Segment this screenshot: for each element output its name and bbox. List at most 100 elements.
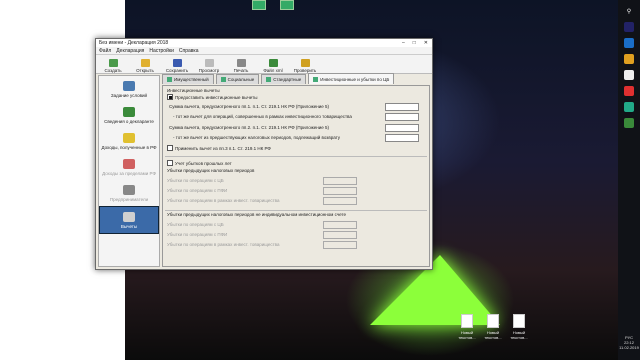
checkbox[interactable]	[167, 160, 173, 166]
sidebar-item-conditions[interactable]: Задание условий	[99, 76, 159, 102]
desktop-icon[interactable]	[280, 0, 294, 10]
sidebar-item-entrepreneurs[interactable]: Предприниматели	[99, 180, 159, 206]
desktop-top-icons	[252, 0, 294, 10]
store-icon[interactable]	[624, 70, 634, 80]
new-button[interactable]: Создать	[100, 59, 126, 73]
group2-field[interactable]	[323, 241, 357, 249]
deduction-pp1-partnership-field[interactable]	[385, 113, 419, 121]
tab-property[interactable]: Имущественный	[162, 74, 214, 84]
check-button[interactable]: Проверить	[292, 59, 318, 73]
sidebar-item-income-rf[interactable]: Доходы, полученные в РФ	[99, 128, 159, 154]
menu-help[interactable]: Справка	[179, 48, 199, 54]
xml-file-button[interactable]: Файл xml	[260, 59, 286, 73]
maximize-button[interactable]: □	[413, 40, 416, 46]
deductions-icon	[123, 211, 135, 222]
menu-file[interactable]: Файл	[99, 48, 111, 54]
provide-deductions-checkbox[interactable]: Предоставить инвестиционные вычеты	[167, 94, 257, 100]
close-button[interactable]: ✕	[424, 40, 428, 46]
system-tray[interactable]: РУС 22:12 11.02.2019	[618, 335, 640, 350]
print-button[interactable]: Печать	[228, 59, 254, 73]
declaration-window: Без имени - Декларация 2018 – □ ✕ Файл Д…	[95, 38, 433, 270]
desktop-file-label: Новый текстов...	[484, 330, 502, 340]
group1-field[interactable]	[323, 187, 357, 195]
desktop-file-icon[interactable]: Новый текстов...	[508, 314, 530, 340]
section-title: Инвестиционные вычеты	[167, 88, 220, 93]
sidebar-item-deductions[interactable]: Вычеты	[99, 206, 159, 234]
deduction-pp1-field[interactable]	[385, 103, 419, 111]
yandex-icon[interactable]	[624, 86, 634, 96]
sidebar-item-label: Доходы за пределами РФ	[102, 170, 156, 176]
group1-field[interactable]	[323, 197, 357, 205]
checkbox-label: Предоставить инвестиционные вычеты	[175, 94, 258, 100]
print-icon	[236, 59, 246, 67]
checkbox[interactable]	[167, 145, 173, 151]
divider	[165, 156, 427, 157]
title-bar[interactable]: Без имени - Декларация 2018 – □ ✕	[96, 39, 432, 47]
file-icon	[461, 314, 473, 328]
desktop-file-icon[interactable]: Новый текстов...	[456, 314, 478, 340]
open-button[interactable]: Открыть	[132, 59, 158, 73]
deduction-pp2-field[interactable]	[385, 124, 419, 132]
deduction-pp2-return-field[interactable]	[385, 134, 419, 142]
app-icon[interactable]	[624, 102, 634, 112]
deduction-pp1-partnership-label: - тот же вычет для операций, совершенных…	[173, 114, 352, 119]
checkbox-label: Учет убытков прошлых лет	[175, 160, 232, 166]
menu-settings[interactable]: Настройки	[149, 48, 174, 54]
tab-investment[interactable]: Инвестиционные и убытки по ЦБ	[308, 73, 395, 84]
investment-panel: Инвестиционные вычеты Предоставить инвес…	[162, 85, 430, 267]
open-icon	[140, 59, 150, 67]
tab-social[interactable]: Социальные	[215, 74, 260, 84]
desktop-file-icon[interactable]: Новый текстов...	[482, 314, 504, 340]
group1-row-label: Убытки по операциям с ПФИ	[167, 188, 228, 193]
check-icon	[300, 59, 310, 67]
search-icon[interactable]: ⚲	[624, 6, 634, 16]
toolbar-label: Печать	[233, 68, 249, 73]
losses-checkbox[interactable]: Учет убытков прошлых лет	[167, 160, 232, 166]
sidebar-item-income-abroad[interactable]: Доходы за пределами РФ	[99, 154, 159, 180]
deduction-pp2-return-label: - тот же вычет из предшествующих налогов…	[173, 135, 340, 140]
checkbox[interactable]	[167, 94, 173, 100]
group2-row-label: Убытки по операциям в рамках инвест. тов…	[167, 242, 280, 247]
toolbar-label: Открыть	[136, 68, 154, 73]
clock-date: 11.02.2019	[619, 345, 639, 350]
tab-label: Имущественный	[174, 77, 209, 82]
file-icon	[513, 314, 525, 328]
minimize-button[interactable]: –	[402, 40, 405, 46]
sidebar-item-label: Вычеты	[120, 223, 138, 229]
desktop-icon[interactable]	[252, 0, 266, 10]
menu-declaration[interactable]: Декларация	[116, 48, 144, 54]
tab-label: Стандартные	[273, 77, 302, 82]
group1-row-label: Убытки по операциям с ЦБ	[167, 178, 224, 183]
save-button[interactable]: Сохранить	[164, 59, 190, 73]
new-icon	[108, 59, 118, 67]
taskbar: ⚲ РУС 22:12 11.02.2019	[618, 0, 640, 360]
income-abroad-icon	[123, 158, 135, 169]
desktop-file-label: Новый текстов...	[458, 330, 476, 340]
declaration-app-icon[interactable]	[624, 118, 634, 128]
sidebar-item-label: Сведения о декларанте	[104, 118, 154, 124]
folder-icon[interactable]	[624, 54, 634, 64]
tab-strip: Имущественный Социальные Стандартные Инв…	[162, 73, 429, 84]
toolbar-label: Сохранить	[165, 68, 189, 73]
group2-row-label: Убытки по операциям с ПФИ	[167, 232, 228, 237]
declarant-icon	[123, 106, 135, 117]
conditions-icon	[123, 80, 135, 91]
window-title: Без имени - Декларация 2018	[99, 40, 169, 46]
group2-field[interactable]	[323, 221, 357, 229]
checkbox-label: Применить вычет из пп.3 п.1. Ст. 219.1 Н…	[175, 145, 271, 151]
preview-button[interactable]: Просмотр	[196, 59, 222, 73]
apply-pp3-checkbox[interactable]: Применить вычет из пп.3 п.1. Ст. 219.1 Н…	[167, 145, 271, 151]
group1-field[interactable]	[323, 177, 357, 185]
group2-title: Убытки предыдущих налоговых периодов не …	[167, 212, 347, 217]
xml-file-icon	[268, 59, 278, 67]
standard-icon	[266, 77, 272, 82]
sidebar-item-declarant[interactable]: Сведения о декларанте	[99, 102, 159, 128]
entrepreneurs-icon	[123, 184, 135, 195]
sidebar-item-label: Задание условий	[110, 92, 148, 98]
task-view-icon[interactable]	[624, 22, 634, 32]
social-icon	[220, 77, 226, 82]
edge-icon[interactable]	[624, 38, 634, 48]
preview-icon	[204, 59, 214, 67]
group2-field[interactable]	[323, 231, 357, 239]
tab-standard[interactable]: Стандартные	[261, 74, 307, 84]
